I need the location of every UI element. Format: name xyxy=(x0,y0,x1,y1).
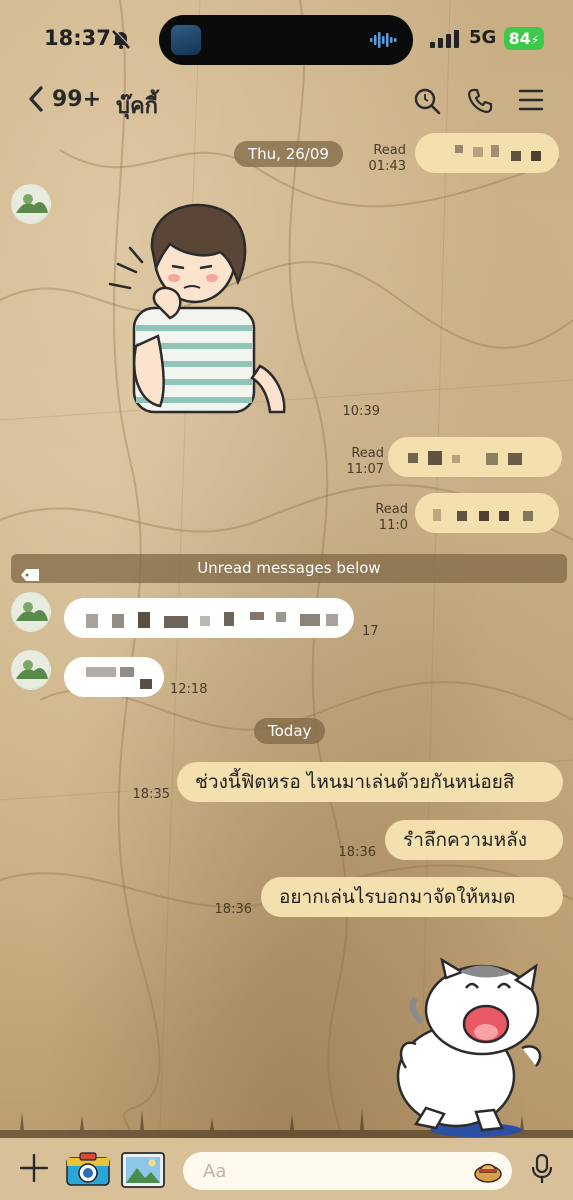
incoming-message-bubble[interactable] xyxy=(64,598,354,638)
unread-messages-banner: Unread messages below xyxy=(11,554,567,583)
tag-icon xyxy=(21,562,39,591)
dynamic-island[interactable] xyxy=(159,15,413,65)
read-receipt: Read xyxy=(375,502,408,517)
message-time: 10:39 xyxy=(342,404,380,419)
chat-header: 99+ บุ๊คกี้ xyxy=(0,78,573,128)
sticker-laughing-cat[interactable] xyxy=(386,957,556,1138)
outgoing-message-bubble[interactable] xyxy=(415,493,559,533)
contact-avatar[interactable] xyxy=(11,650,51,690)
battery-level: 84 xyxy=(508,29,531,48)
message-input[interactable]: Aa xyxy=(183,1152,512,1190)
microphone-icon[interactable] xyxy=(531,1153,553,1188)
message-time: 01:43 xyxy=(368,159,406,174)
message-input-placeholder: Aa xyxy=(203,1161,227,1182)
message-meta: Read 11:0 xyxy=(372,502,408,534)
incoming-message-bubble[interactable] xyxy=(64,657,164,697)
cellular-signal-icon xyxy=(430,30,462,52)
sticker-thinking-boy[interactable] xyxy=(100,196,292,416)
outgoing-message-bubble[interactable]: ช่วงนี้ฟิตหรอ ไหนมาเล่นด้วยกันหน่อยสิ xyxy=(177,762,563,802)
outgoing-message-bubble[interactable] xyxy=(415,133,559,173)
unread-banner-text: Unread messages below xyxy=(197,559,381,577)
message-meta: Read 01:43 xyxy=(366,143,406,175)
read-receipt: Read xyxy=(373,143,406,158)
message-meta: Read 11:07 xyxy=(344,446,384,478)
message-composer: Aa xyxy=(0,1138,573,1200)
outgoing-message-bubble[interactable]: อยากเล่นไรบอกมาจัดให้หมด xyxy=(261,877,563,917)
chat-title[interactable]: บุ๊คกี้ xyxy=(116,88,158,123)
contact-avatar[interactable] xyxy=(11,592,51,632)
plus-icon[interactable] xyxy=(19,1153,49,1186)
status-time: 18:37 xyxy=(44,26,111,50)
contact-avatar[interactable] xyxy=(11,184,51,224)
message-time: 17 xyxy=(362,624,379,639)
silent-bell-icon xyxy=(110,28,132,54)
message-time: 11:07 xyxy=(346,462,384,477)
read-receipt: Read xyxy=(351,446,384,461)
network-type: 5G xyxy=(469,27,497,48)
now-playing-artwork xyxy=(171,25,201,55)
message-time: 11:0 xyxy=(378,518,408,533)
battery-indicator: 84⚡ xyxy=(504,27,544,50)
photo-gallery-icon[interactable] xyxy=(121,1152,165,1192)
unread-count: 99+ xyxy=(52,86,102,112)
message-time: 12:18 xyxy=(170,682,208,697)
charging-bolt-icon: ⚡ xyxy=(530,33,540,47)
phone-call-icon[interactable] xyxy=(466,87,494,119)
outgoing-message-bubble[interactable]: รำลึกความหลัง xyxy=(385,820,563,860)
audio-waveform-icon xyxy=(369,30,399,54)
back-button[interactable]: 99+ xyxy=(28,86,101,112)
menu-icon[interactable] xyxy=(518,87,544,117)
sticker-emoji-icon[interactable] xyxy=(474,1158,502,1188)
date-separator: Today xyxy=(254,718,326,744)
message-time: 18:36 xyxy=(214,902,252,917)
camera-icon[interactable] xyxy=(66,1152,110,1190)
message-time: 18:36 xyxy=(338,845,376,860)
date-separator: Thu, 26/09 xyxy=(234,141,343,167)
outgoing-message-bubble[interactable] xyxy=(388,437,562,477)
status-bar: 18:37 5G 84⚡ xyxy=(0,0,573,80)
chevron-left-icon xyxy=(29,86,43,112)
search-icon[interactable] xyxy=(413,87,441,119)
message-time: 18:35 xyxy=(132,787,170,802)
